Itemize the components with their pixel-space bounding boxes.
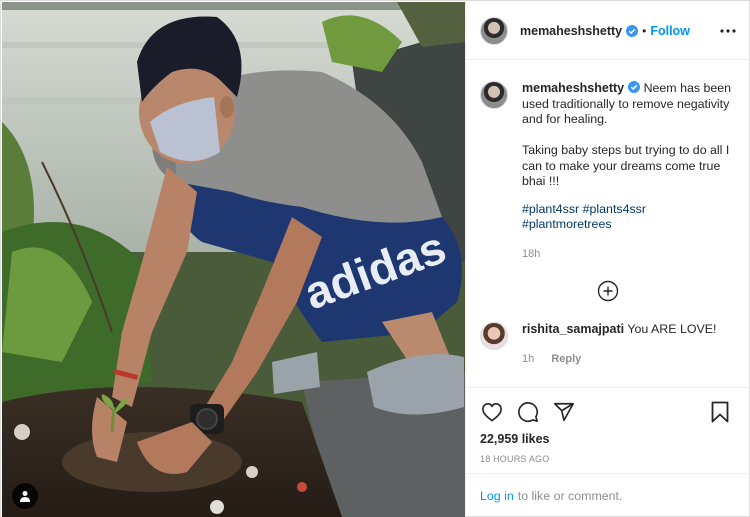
comment-item: rishita_samajpati You ARE LOVE! 1h Reply (480, 322, 736, 367)
caption-body: memaheshshetty Neem has been used tradit… (522, 81, 736, 262)
instagram-post-modal: adidas memaheshshetty • Follow memaheshs… (0, 0, 750, 517)
post-side-panel: memaheshshetty • Follow memaheshshetty N… (465, 2, 750, 517)
follow-button[interactable]: Follow (650, 24, 690, 38)
comment-text: You ARE LOVE! (627, 322, 717, 336)
action-icons (480, 398, 736, 426)
hashtag-link[interactable]: #plantmoretrees (522, 217, 612, 231)
post-photo[interactable]: adidas (2, 2, 465, 517)
post-header: memaheshshetty • Follow (466, 2, 750, 60)
comment-meta: 1h Reply (522, 352, 736, 368)
like-button[interactable] (480, 400, 504, 424)
verified-badge-icon (626, 24, 639, 37)
login-prompt: Log in to like or comment. (466, 473, 750, 517)
comments-section: memaheshshetty Neem has been used tradit… (466, 61, 750, 387)
load-more-comments (480, 280, 736, 302)
more-options-button[interactable] (718, 21, 738, 41)
user-tag-icon (20, 491, 30, 502)
login-link[interactable]: Log in (480, 489, 514, 503)
heart-icon (482, 402, 502, 422)
commenter-avatar[interactable] (480, 322, 508, 350)
author-avatar[interactable] (480, 16, 508, 45)
post-actions: 22,959 likes 18 HOURS AGO (466, 387, 750, 473)
commenter-username[interactable]: rishita_samajpati (522, 322, 624, 336)
bookmark-icon (711, 401, 729, 423)
caption-author-avatar[interactable] (480, 81, 508, 109)
user-tag-button[interactable] (12, 483, 38, 509)
more-options-icon (720, 28, 736, 33)
caption: memaheshshetty Neem has been used tradit… (480, 81, 736, 262)
caption-author-username[interactable]: memaheshshetty (522, 81, 624, 95)
paper-plane-icon (554, 402, 574, 422)
save-button[interactable] (708, 400, 732, 424)
separator-dot: • (642, 23, 647, 38)
hashtags: #plant4ssr #plants4ssr #plantmoretrees (522, 202, 736, 233)
plus-circle-icon[interactable] (597, 280, 619, 302)
post-timestamp[interactable]: 18 HOURS AGO (480, 454, 736, 464)
login-prompt-text: to like or comment. (517, 488, 623, 503)
photo-illustration: adidas (2, 2, 465, 517)
likes-count[interactable]: 22,959 likes (480, 432, 736, 446)
share-button[interactable] (552, 400, 576, 424)
comment-timestamp[interactable]: 1h (522, 353, 534, 365)
hashtag-link[interactable]: #plants4ssr (583, 202, 646, 216)
comment-body: rishita_samajpati You ARE LOVE! 1h Reply (522, 322, 736, 367)
caption-timestamp[interactable]: 18h (522, 247, 736, 263)
verified-badge-icon (628, 81, 641, 93)
reply-button[interactable]: Reply (551, 353, 581, 365)
hashtag-link[interactable]: #plant4ssr (522, 202, 579, 216)
author-username[interactable]: memaheshshetty (520, 24, 622, 38)
comment-bubble-icon (518, 402, 539, 423)
comment-button[interactable] (516, 400, 540, 424)
caption-text: Neem has been used traditionally to remo… (522, 81, 732, 188)
